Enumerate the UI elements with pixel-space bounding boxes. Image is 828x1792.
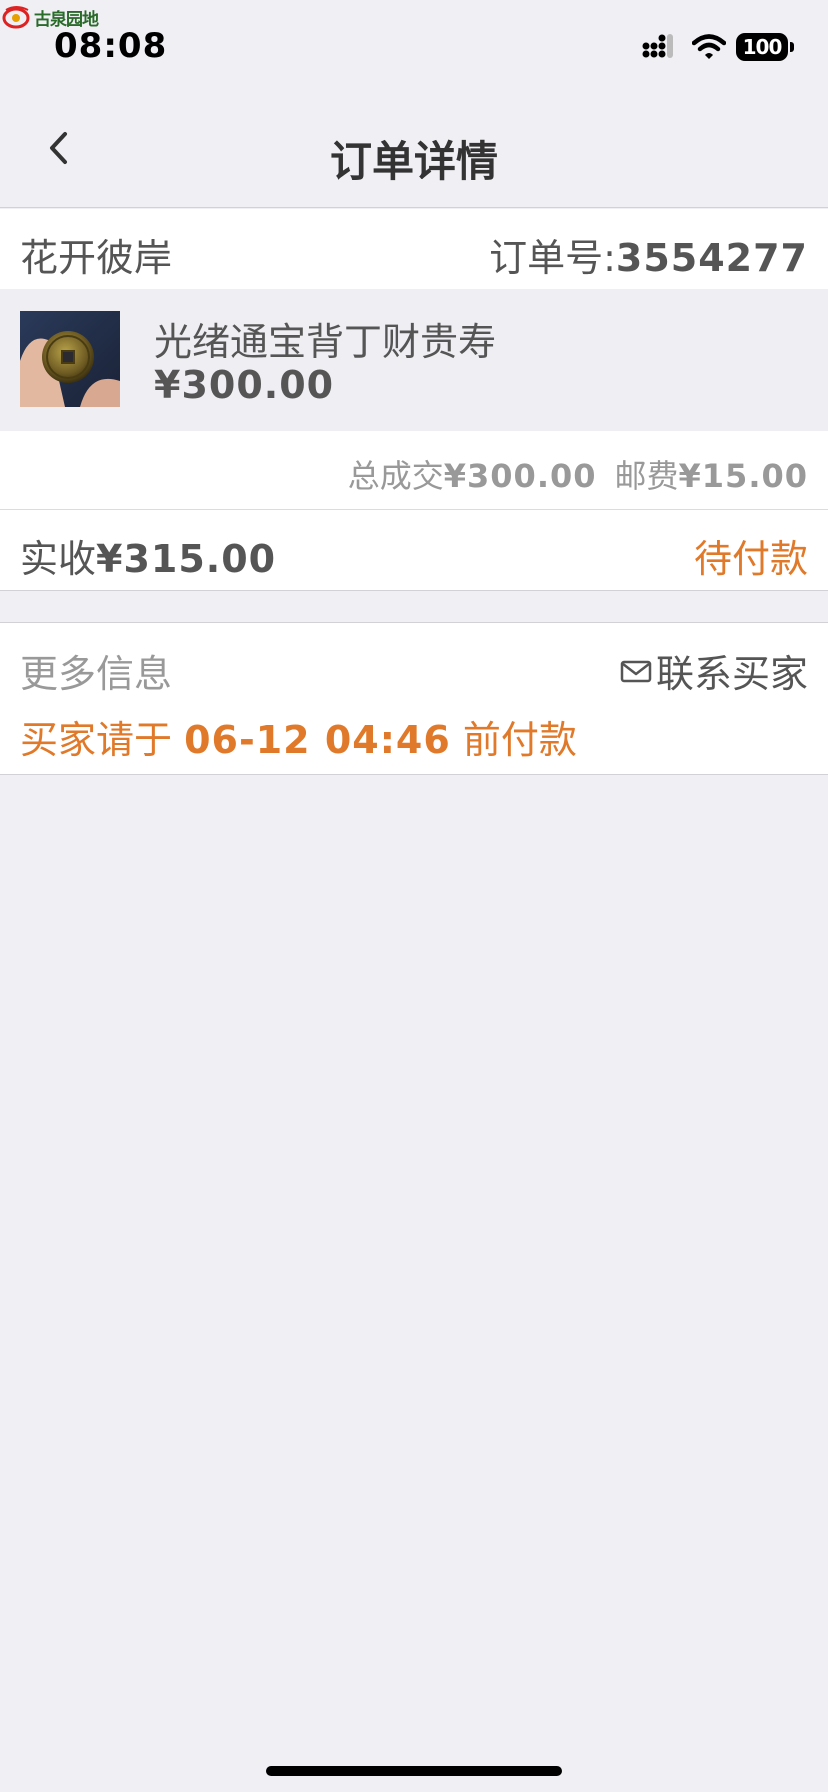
page-title: 订单详情 (329, 137, 498, 186)
seller-row: 花开彼岸 订单号:3554277 (0, 209, 828, 289)
status-bar: 古泉园地 08:08 100 (0, 0, 828, 92)
payment-status: 待付款 (693, 537, 808, 581)
received-amount: 实收¥315.00 (20, 528, 276, 583)
order-number: 订单号:3554277 (489, 227, 808, 282)
coin-image (20, 311, 120, 407)
more-info-title: 更多信息 (20, 652, 173, 696)
battery-cap (790, 42, 794, 52)
status-icons: 100 (642, 32, 794, 62)
total-value: ¥300.00 (443, 457, 597, 495)
totals-row: 总成交¥300.00 邮费¥15.00 (0, 431, 828, 510)
nav-bar: 订单详情 (0, 92, 828, 208)
shipping-label: 邮费 (614, 457, 679, 495)
item-thumbnail[interactable] (20, 311, 120, 407)
received-value: ¥315.00 (96, 537, 277, 581)
deadline-prefix: 买家请于 (20, 718, 185, 762)
seller-name: 花开彼岸 (20, 236, 173, 280)
totals: 总成交¥300.00 邮费¥15.00 (348, 451, 808, 497)
home-indicator[interactable] (266, 1766, 562, 1776)
watermark-logo-icon (2, 6, 30, 29)
wifi-icon (692, 34, 726, 59)
battery-level: 100 (742, 35, 783, 59)
total-label: 总成交 (347, 457, 444, 495)
order-detail-screen: 古泉园地 08:08 100 订单详情 花开彼岸 订单号:3554277 光绪通… (0, 0, 828, 1792)
item-price: ¥300.00 (154, 363, 335, 407)
more-info-section: 更多信息 联系买家 买家请于 06-12 04:46 前付款 (0, 622, 828, 775)
payment-deadline: 买家请于 06-12 04:46 前付款 (20, 709, 577, 764)
order-number-value: 3554277 (615, 236, 808, 280)
status-time: 08:08 (54, 26, 168, 66)
contact-buyer-button[interactable]: 联系买家 (620, 643, 808, 698)
battery-indicator: 100 (736, 33, 788, 61)
deadline-time: 06-12 04:46 (184, 718, 451, 762)
order-item[interactable]: 光绪通宝背丁财贵寿 ¥300.00 (0, 289, 828, 431)
signal-icon (642, 34, 673, 58)
order-number-label: 订单号: (489, 236, 616, 280)
shipping-value: ¥15.00 (678, 457, 808, 495)
received-label: 实收 (20, 537, 97, 581)
deadline-suffix: 前付款 (450, 718, 577, 762)
mail-icon (620, 660, 652, 682)
contact-buyer-label: 联系买家 (655, 652, 808, 696)
received-row: 实收¥315.00 待付款 (0, 510, 828, 591)
item-title: 光绪通宝背丁财贵寿 (154, 320, 497, 364)
